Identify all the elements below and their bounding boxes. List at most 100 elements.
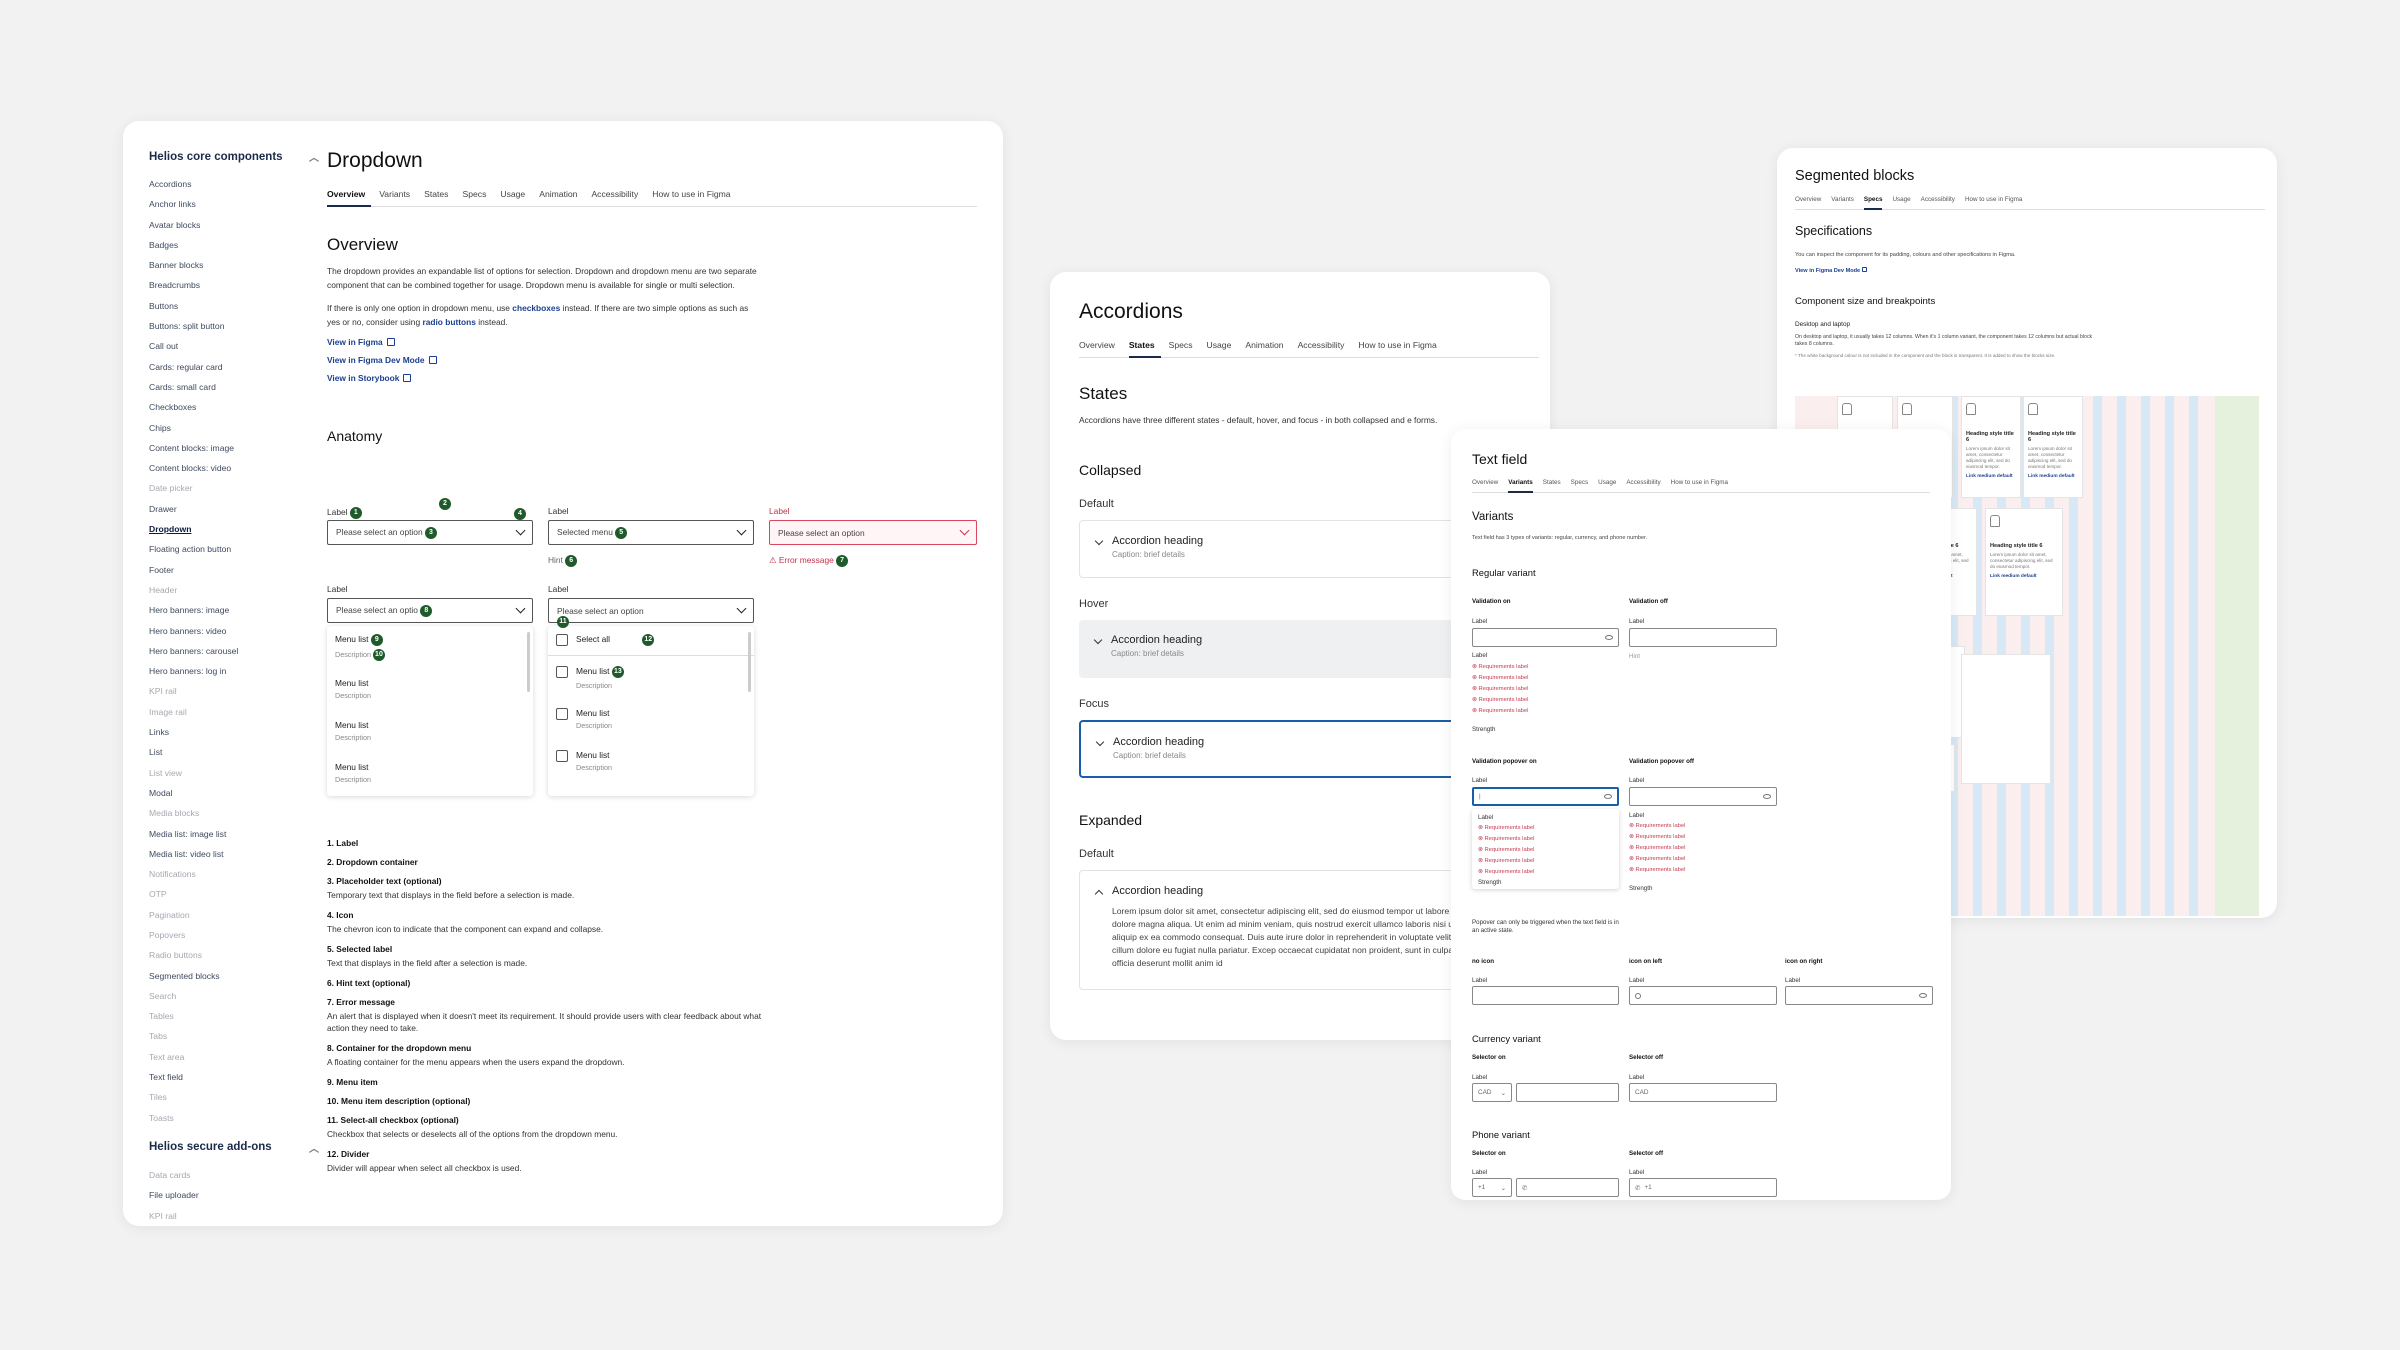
accordion-default[interactable]: Accordion heading Caption: brief details (1079, 519, 1499, 578)
select-all-checkbox[interactable] (556, 634, 568, 646)
chevron-up-icon[interactable]: ︿ (309, 1140, 319, 1155)
text-input-no-icon[interactable] (1472, 986, 1619, 1005)
text-input-icon-right[interactable] (1785, 986, 1933, 1005)
radio-buttons-link[interactable]: radio buttons (422, 317, 476, 327)
tab[interactable]: Accessibility (1921, 196, 1955, 210)
menu-item[interactable]: Menu list Description (548, 698, 754, 740)
sidebar-item[interactable]: List view (149, 763, 319, 783)
text-input-icon-left[interactable] (1629, 986, 1777, 1005)
dropdown-selected-example[interactable]: Selected menu 5 (548, 520, 754, 545)
menu-item[interactable]: Menu list 9 Description 10 (327, 626, 533, 668)
eye-icon[interactable] (1605, 635, 1613, 640)
sidebar-section-addons[interactable]: Helios secure add-ons ︿ (149, 1140, 319, 1155)
dropdown-open-example[interactable]: Please select an optio 8 (327, 598, 533, 623)
sidebar-item[interactable]: Footer (149, 560, 319, 580)
scrollbar[interactable] (527, 632, 530, 692)
sidebar-item[interactable]: Cards: small card (149, 377, 319, 397)
menu-item[interactable]: Menu list Description (548, 740, 754, 782)
sidebar-item[interactable]: Toasts (149, 1108, 319, 1128)
sidebar-item[interactable]: Banner blocks (149, 255, 319, 275)
tab[interactable]: Usage (1207, 338, 1238, 358)
sidebar-item[interactable]: Modal (149, 783, 319, 803)
view-in-storybook-link[interactable]: View in Storybook (327, 373, 977, 383)
sidebar-item[interactable]: Badges (149, 235, 319, 255)
text-input[interactable] (1629, 628, 1777, 647)
dropdown-multi-example[interactable]: Please select an option (548, 598, 754, 623)
text-input[interactable] (1629, 787, 1777, 806)
sidebar-item[interactable]: Hero banners: log in (149, 661, 319, 681)
sidebar-item[interactable]: Data cards (149, 1165, 319, 1185)
tab[interactable]: How to use in Figma (1965, 196, 2022, 210)
dropdown-placeholder-example[interactable]: Please select an option 3 (327, 520, 533, 545)
sidebar-item[interactable]: Media list: image list (149, 824, 319, 844)
sidebar-item[interactable]: Content blocks: image (149, 438, 319, 458)
tab[interactable]: How to use in Figma (1671, 479, 1728, 493)
sidebar-item[interactable]: Content blocks: video (149, 458, 319, 478)
checkbox[interactable] (556, 708, 568, 720)
tab[interactable]: States (1128, 338, 1161, 358)
sidebar-item[interactable]: Text area (149, 1047, 319, 1067)
sidebar-item[interactable]: Chips (149, 418, 319, 438)
accordion-hover[interactable]: Accordion heading Caption: brief details (1079, 619, 1499, 678)
phone-input[interactable]: ✆ +1 (1629, 1178, 1777, 1197)
sidebar-item[interactable]: Buttons (149, 296, 319, 316)
tab[interactable]: Overview (1795, 196, 1821, 210)
sidebar-item[interactable]: Accordions (149, 174, 319, 194)
view-in-figma-link[interactable]: View in Figma (327, 337, 977, 347)
sidebar-item[interactable]: Search (149, 986, 319, 1006)
phone-input[interactable]: ✆ (1516, 1178, 1619, 1197)
sidebar-item[interactable]: Tables (149, 1006, 319, 1026)
sidebar-item[interactable]: Tabs (149, 1026, 319, 1046)
tab[interactable]: Accessibility (591, 187, 644, 207)
sidebar-item[interactable]: File uploader (149, 1185, 319, 1205)
currency-selector[interactable]: CAD ⌄ (1472, 1083, 1512, 1102)
sidebar-item[interactable]: Buttons: split button (149, 316, 319, 336)
country-code-selector[interactable]: +1 ⌄ (1472, 1178, 1512, 1197)
checkboxes-link[interactable]: checkboxes (512, 303, 560, 313)
sidebar-item[interactable]: Media blocks (149, 803, 319, 823)
sidebar-item[interactable]: Hero banners: video (149, 621, 319, 641)
chevron-up-icon[interactable]: ︿ (309, 149, 319, 164)
sidebar-item[interactable]: Drawer (149, 499, 319, 519)
sidebar-item[interactable]: Anchor links (149, 194, 319, 214)
figma-dev-mode-link[interactable]: View in Figma Dev Mode (1795, 267, 2265, 274)
sidebar-item[interactable]: Pagination (149, 905, 319, 925)
sidebar-item[interactable]: Notifications (149, 864, 319, 884)
tab[interactable]: Overview (327, 187, 372, 207)
tab[interactable]: Variants (1831, 196, 1854, 210)
tab[interactable]: Usage (1598, 479, 1616, 493)
tab[interactable]: Accessibility (1626, 479, 1660, 493)
tab[interactable]: Specs (1863, 196, 1883, 210)
block-link[interactable]: Link medium default (2028, 474, 2078, 479)
eye-icon[interactable] (1604, 794, 1612, 799)
scrollbar[interactable] (748, 632, 751, 692)
tab[interactable]: Usage (500, 187, 531, 207)
sidebar-section-core[interactable]: Helios core components ︿ (149, 149, 319, 165)
checkbox[interactable] (556, 666, 568, 678)
block-link[interactable]: Link medium default (1990, 574, 2058, 579)
menu-item[interactable]: Menu list Description (327, 668, 533, 710)
sidebar-item[interactable]: Tiles (149, 1087, 319, 1107)
accordion-focus[interactable]: Accordion heading Caption: brief details (1079, 719, 1499, 778)
tab[interactable]: Overview (1472, 479, 1498, 493)
tab[interactable]: Animation (1245, 338, 1289, 358)
sidebar-item[interactable]: Header (149, 580, 319, 600)
currency-input[interactable]: CAD (1629, 1083, 1777, 1102)
sidebar-item[interactable]: List (149, 742, 319, 762)
sidebar-item[interactable]: Breadcrumbs (149, 275, 319, 295)
sidebar-item[interactable]: Segmented blocks (149, 966, 319, 986)
tab[interactable]: Specs (1571, 479, 1589, 493)
select-all-item[interactable]: Select all 12 (548, 626, 754, 656)
menu-item[interactable]: Menu list Description (327, 710, 533, 752)
sidebar-item[interactable]: Popovers (149, 925, 319, 945)
tab[interactable]: Overview (1079, 338, 1121, 358)
sidebar-item[interactable]: Call out (149, 336, 319, 356)
sidebar-item[interactable]: Hero banners: carousel (149, 641, 319, 661)
tab[interactable]: States (424, 187, 454, 207)
block-link[interactable]: Link medium default (1966, 474, 2016, 479)
tab[interactable]: Specs (1169, 338, 1199, 358)
tab[interactable]: Usage (1892, 196, 1910, 210)
sidebar-item[interactable]: Floating action button (149, 539, 319, 559)
sidebar-item[interactable]: Text field (149, 1067, 319, 1087)
tab[interactable]: States (1543, 479, 1561, 493)
